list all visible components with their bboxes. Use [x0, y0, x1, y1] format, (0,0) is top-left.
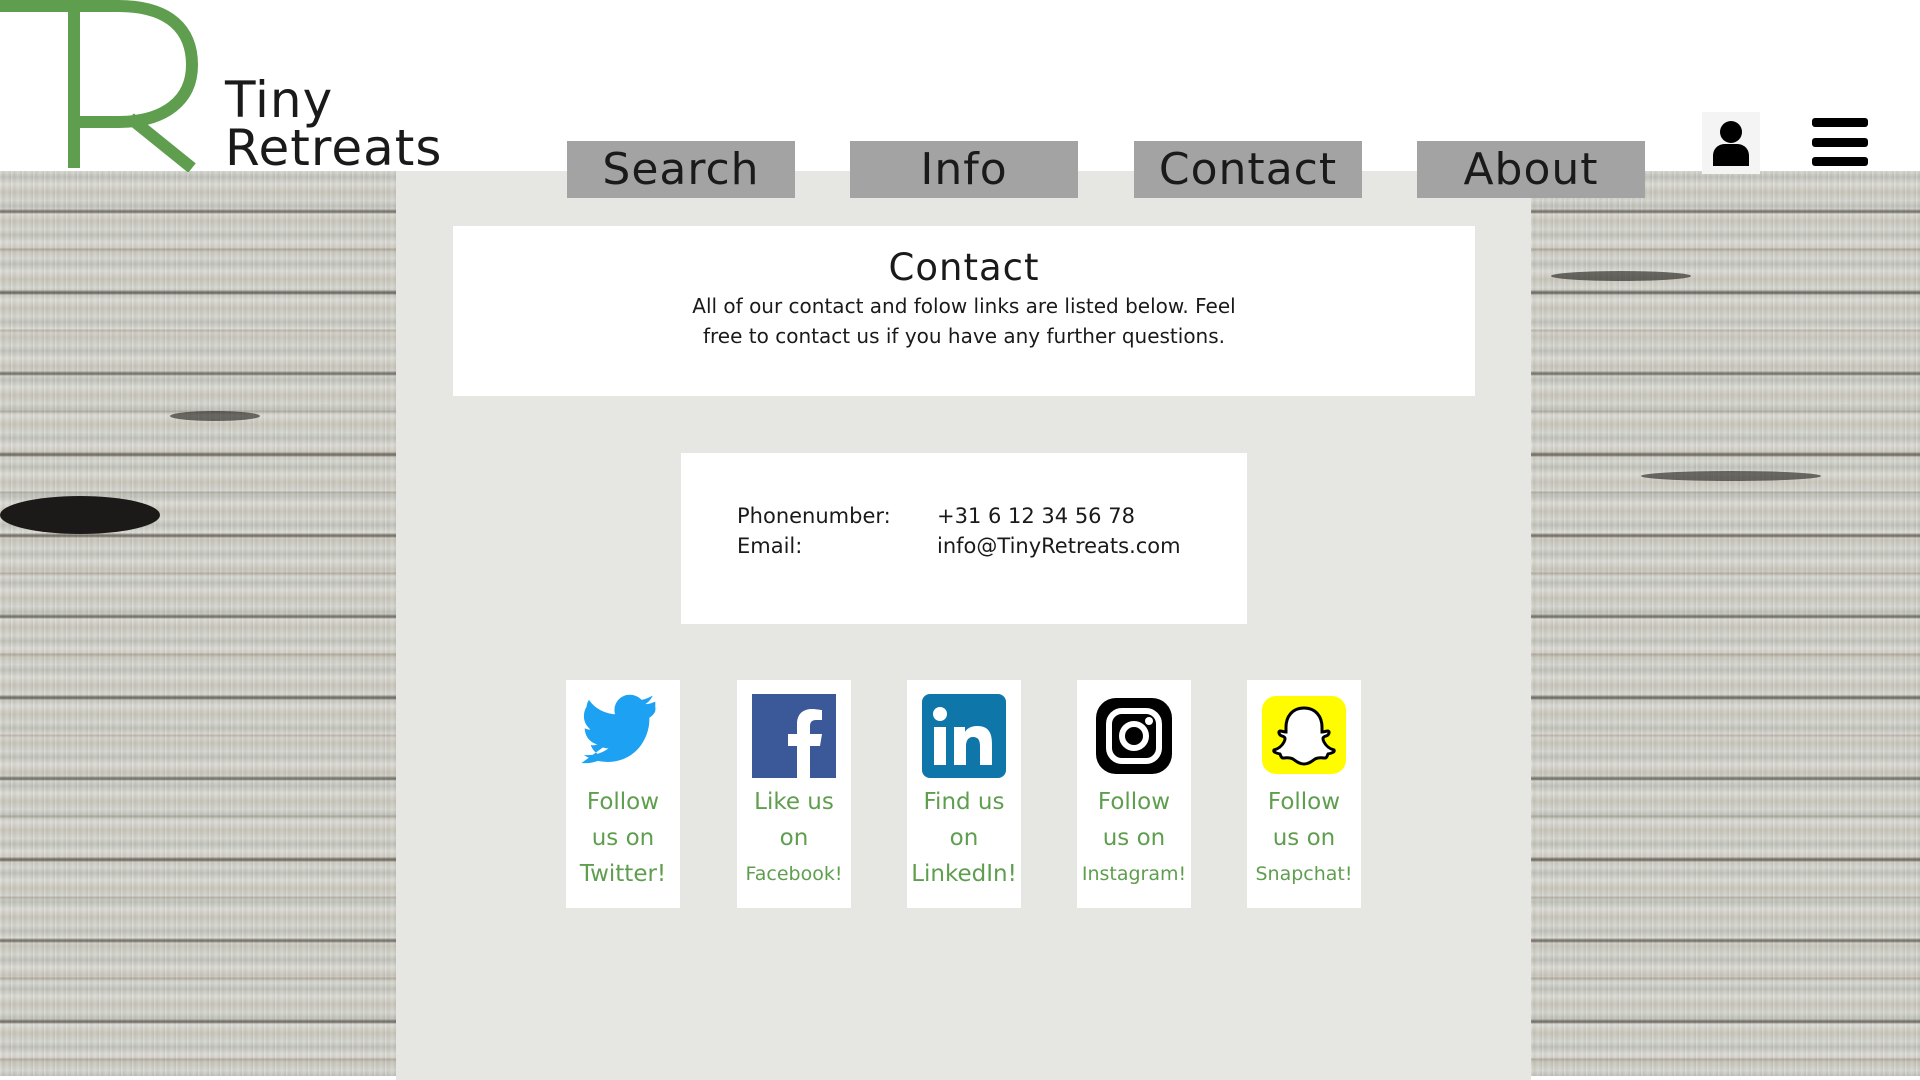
instagram-follow-card[interactable]: Follow us on Instagram!	[1077, 680, 1191, 908]
bark-knot	[170, 411, 260, 421]
hamburger-menu-icon[interactable]	[1812, 118, 1868, 166]
nav-search-button[interactable]: Search	[567, 141, 795, 198]
user-icon	[1713, 121, 1749, 166]
page-title: Contact	[888, 246, 1040, 289]
cta-line: Twitter!	[579, 861, 667, 887]
cta-line: Follow	[1097, 789, 1171, 815]
facebook-icon	[752, 694, 836, 778]
phone-label: Phonenumber:	[737, 504, 891, 528]
cta-line: on	[779, 825, 809, 851]
linkedin-find-card[interactable]: Find us on LinkedIn!	[907, 680, 1021, 908]
tr-logo-mark	[0, 0, 199, 172]
menu-bar	[1812, 137, 1868, 147]
cta-line: us on	[1272, 825, 1336, 851]
snapchat-follow-card[interactable]: Follow us on Snapchat!	[1247, 680, 1361, 908]
nav-info-button[interactable]: Info	[850, 141, 1078, 198]
menu-bar	[1812, 118, 1868, 127]
contact-description: All of our contact and folow links are l…	[692, 294, 1236, 348]
twitter-cta: Follow us on Twitter!	[566, 784, 680, 892]
cta-line: Follow	[586, 789, 660, 815]
email-row: Email: info@TinyRetreats.com	[737, 531, 1181, 561]
site-logo[interactable]: Tiny Retreats	[0, 0, 443, 177]
email-value[interactable]: info@TinyRetreats.com	[937, 534, 1181, 558]
nav-about-button[interactable]: About	[1417, 141, 1645, 198]
linkedin-icon	[922, 694, 1006, 778]
facebook-cta: Like us on Facebook!	[737, 784, 851, 892]
nav-contact-button[interactable]: Contact	[1134, 141, 1362, 198]
phone-row: Phonenumber: +31 6 12 34 56 78	[737, 501, 1135, 531]
cta-line: us on	[1102, 825, 1166, 851]
cta-line: on	[949, 825, 979, 851]
contact-intro-card: Contact All of our contact and folow lin…	[453, 226, 1475, 396]
brand-name-line1: Tiny	[225, 71, 334, 129]
bark-texture-left	[0, 171, 396, 1076]
menu-bar	[1812, 157, 1868, 166]
snapchat-cta: Follow us on Snapchat!	[1247, 784, 1361, 892]
snapchat-icon	[1262, 696, 1346, 774]
brand-name: Tiny Retreats	[225, 71, 443, 177]
cta-line: Follow	[1267, 789, 1341, 815]
cta-line: Instagram!	[1081, 863, 1187, 885]
facebook-like-card[interactable]: Like us on Facebook!	[737, 680, 851, 908]
bark-knot	[1641, 471, 1821, 481]
cta-line: Facebook!	[745, 863, 843, 885]
user-account-button[interactable]	[1702, 112, 1760, 174]
twitter-follow-card[interactable]: Follow us on Twitter!	[566, 680, 680, 908]
cta-line: LinkedIn!	[911, 861, 1017, 887]
instagram-cta: Follow us on Instagram!	[1077, 784, 1191, 892]
email-label: Email:	[737, 534, 803, 558]
cta-line: Find us	[923, 789, 1005, 815]
cta-line: us on	[591, 825, 655, 851]
bark-knot	[0, 496, 160, 534]
cta-line: Like us	[754, 789, 834, 815]
instagram-icon	[1096, 698, 1172, 774]
linkedin-cta: Find us on LinkedIn!	[907, 784, 1021, 892]
cta-line: Snapchat!	[1255, 863, 1353, 885]
brand-name-line2: Retreats	[225, 119, 443, 177]
twitter-icon	[581, 694, 657, 764]
bark-texture-right	[1531, 171, 1920, 1076]
contact-details-card: Phonenumber: +31 6 12 34 56 78 Email: info…	[681, 453, 1247, 624]
bark-knot	[1551, 271, 1691, 281]
phone-value[interactable]: +31 6 12 34 56 78	[937, 504, 1135, 528]
